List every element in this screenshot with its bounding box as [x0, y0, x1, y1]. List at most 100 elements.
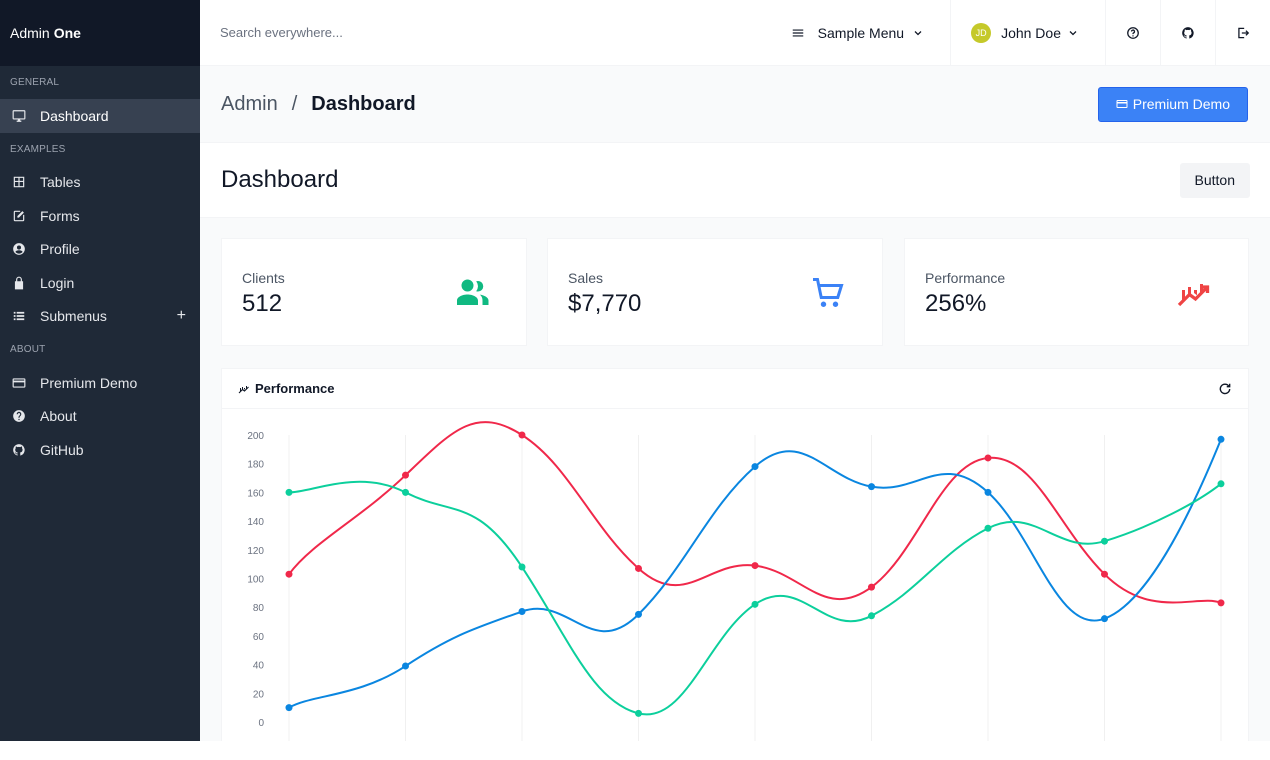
logout-icon: [1238, 27, 1250, 38]
performance-card: Performance 0 20 40 60 80 100 120 140 160 180 200: [221, 368, 1250, 750]
chart-data-point: [868, 583, 875, 591]
breadcrumb: Admin / Dashboard: [221, 93, 416, 116]
sidebar-item-login[interactable]: Login: [0, 266, 200, 300]
search-container: [200, 24, 765, 42]
breadcrumb-root[interactable]: Admin: [221, 93, 278, 116]
sidebar-item-label: GitHub: [40, 441, 84, 458]
widget-value: 512: [242, 290, 283, 317]
sidebar-item-label: About: [40, 408, 77, 425]
credit-card-icon: [1116, 100, 1128, 108]
sidebar-item-dashboard[interactable]: Dashboard: [0, 99, 200, 133]
table-icon: [0, 175, 40, 189]
sidebar-item-tables[interactable]: Tables: [0, 166, 200, 200]
hero-button[interactable]: Button: [1179, 162, 1250, 198]
widget-label: Sales: [568, 270, 604, 286]
brand-prefix: Admin: [10, 25, 50, 41]
chevron-down-icon: [1069, 30, 1077, 35]
chart-data-point: [402, 488, 409, 496]
page-title: Dashboard: [221, 166, 339, 193]
premium-demo-button[interactable]: Premium Demo: [1097, 86, 1248, 122]
premium-demo-label: Premium Demo: [1132, 96, 1230, 112]
search-input[interactable]: [220, 24, 520, 40]
widget-performance: Performance 256%: [904, 238, 1249, 346]
sidebar-item-github[interactable]: GitHub: [0, 433, 200, 467]
help-circle-icon: [0, 409, 40, 423]
help-button[interactable]: [1105, 0, 1160, 66]
chart-y-tick-label: 100: [247, 575, 264, 586]
chart-data-point: [635, 709, 642, 717]
edit-square-icon: [0, 209, 40, 223]
performance-card-header: Performance: [222, 369, 1248, 409]
cart-outline-icon: [813, 278, 844, 307]
chart-data-point: [751, 463, 759, 471]
expand-plus-icon[interactable]: +: [177, 307, 186, 325]
sidebar-item-label: Tables: [40, 174, 81, 191]
account-circle-icon: [0, 242, 40, 256]
chevron-down-icon: [914, 30, 922, 35]
section-label-examples: Examples: [10, 143, 66, 155]
brand-logo[interactable]: Admin One: [0, 0, 200, 66]
account-multiple-icon: [457, 279, 489, 305]
main-content: Clients 512 Sales $7,770 Performance 256…: [200, 218, 1270, 750]
top-navbar: Sample Menu JD John Doe: [200, 0, 1270, 66]
section-label-about: About: [10, 344, 46, 355]
logout-button[interactable]: [1215, 0, 1270, 66]
chart-data-point: [518, 608, 526, 616]
hero-bar: Dashboard Button: [200, 143, 1270, 218]
github-icon: [1182, 26, 1194, 39]
chart-data-point: [285, 570, 293, 578]
sidebar-item-label: Forms: [40, 207, 80, 224]
chart-data-point: [635, 610, 642, 618]
performance-card-title: Performance: [238, 381, 334, 396]
widget-value: $7,770: [568, 290, 642, 317]
widget-sales: Sales $7,770: [547, 238, 883, 346]
chart-data-point: [868, 483, 875, 491]
performance-chart: 0 20 40 60 80 100 120 140 160 180 200: [222, 410, 1250, 750]
sidebar-item-forms[interactable]: Forms: [0, 199, 200, 233]
chart-y-tick-label: 140: [247, 517, 264, 528]
chart-data-point: [984, 524, 992, 532]
title-bar: Admin / Dashboard Premium Demo: [200, 66, 1270, 143]
chart-data-point: [984, 454, 992, 462]
chart-data-point: [984, 488, 992, 496]
finance-chart-icon: [238, 385, 249, 393]
menu-icon: [792, 29, 803, 36]
sidebar-item-label: Profile: [40, 241, 80, 258]
chart-data-point: [751, 562, 759, 570]
credit-card-icon: [0, 376, 40, 390]
chart-data-point: [518, 431, 526, 439]
lock-icon: [0, 276, 40, 290]
widget-clients: Clients 512: [221, 238, 527, 346]
section-label-general: General: [10, 77, 60, 88]
avatar: JD: [971, 22, 992, 43]
finance-chart-icon: [1177, 284, 1210, 307]
github-icon: [0, 443, 40, 457]
breadcrumb-separator: /: [291, 92, 298, 115]
footer-band: [0, 741, 1270, 760]
github-button[interactable]: [1160, 0, 1215, 66]
sidebar-item-profile[interactable]: Profile: [0, 233, 200, 267]
help-circle-outline-icon: [1127, 26, 1139, 39]
chart-data-point: [1101, 570, 1108, 578]
user-menu-dropdown[interactable]: JD John Doe: [950, 0, 1105, 66]
refresh-icon[interactable]: [1218, 382, 1232, 396]
chart-y-tick-label: 180: [247, 460, 264, 471]
performance-title-text: Performance: [255, 381, 335, 396]
sidebar-item-about[interactable]: About: [0, 400, 200, 434]
chart-data-point: [402, 471, 409, 479]
sidebar-item-label: Dashboard: [40, 107, 109, 124]
chart-y-tick-label: 80: [253, 603, 265, 614]
chart-data-point: [285, 704, 293, 712]
user-name: John Doe: [1001, 24, 1061, 41]
sidebar: Admin One General Dashboard Examples Tab…: [0, 0, 200, 741]
chart-y-tick-label: 20: [253, 689, 265, 700]
chart-y-tick-label: 40: [253, 661, 265, 672]
sample-menu-dropdown[interactable]: Sample Menu: [765, 0, 950, 66]
breadcrumb-current: Dashboard: [311, 92, 416, 115]
chart-y-tick-label: 120: [247, 546, 264, 557]
widget-value: 256%: [925, 290, 987, 317]
chart-data-point: [1101, 537, 1108, 545]
sidebar-item-label: Premium Demo: [40, 374, 138, 391]
sidebar-item-premium-demo[interactable]: Premium Demo: [0, 366, 200, 400]
sidebar-item-submenus[interactable]: Submenus +: [0, 300, 200, 334]
